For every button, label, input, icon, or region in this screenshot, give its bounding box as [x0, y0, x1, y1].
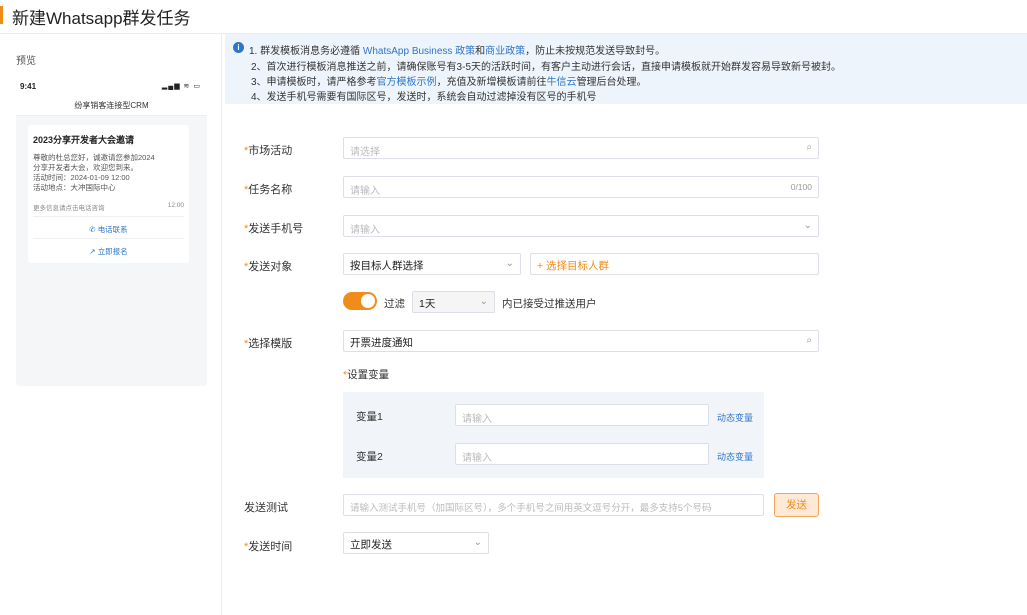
task-name-placeholder: 请输入 [350, 186, 380, 197]
toggle-knob [361, 294, 375, 308]
campaign-select[interactable]: 请选择 ⌕ [343, 137, 819, 159]
search-icon: ⌕ [806, 142, 812, 153]
phone-preview: 9:41 ▂▄▆ ≋ ▭ 纷享销客连接型CRM 2023分享开发者大会邀请 尊敬… [16, 74, 207, 386]
chevron-down-icon: ⌄ [473, 537, 482, 548]
task-name-input[interactable]: 请输入 0/100 [343, 176, 819, 198]
select-target-group-label: + 选择目标人群 [537, 260, 610, 272]
notice-text: ，防止未按规范发送导致封号。 [525, 46, 666, 57]
template-label-text: 选择模版 [248, 338, 293, 350]
card-footer-time: 12:00 [167, 202, 184, 209]
preview-panel: 预览 9:41 ▂▄▆ ≋ ▭ 纷享销客连接型CRM 2023分享开发者大会邀请… [0, 34, 222, 615]
business-policy-link[interactable]: 商业政策 [485, 46, 525, 57]
target-type-select[interactable]: 按目标人群选择 ⌄ [343, 253, 521, 275]
notice-banner: i 1. 群发模板消息务必遵循 WhatsApp Business 政策和商业政… [225, 34, 1027, 104]
dynamic-variable-2-button[interactable]: 动态变量 [717, 450, 753, 463]
card-divider [33, 238, 184, 239]
card-footer: 更多信息请点击电话咨询 12:00 [33, 202, 184, 212]
template-select[interactable]: 开票进度通知 ⌕ [343, 330, 819, 352]
notice-line-3: 3、申请模板时，请严格参考官方模板示例，充值及新增模板请前往牛信云管理后台处理。 [251, 73, 647, 88]
status-time: 9:41 [20, 82, 37, 91]
filter-label: 过滤 [384, 298, 405, 310]
notice-text: 和 [475, 46, 486, 57]
dynamic-variable-1-button[interactable]: 动态变量 [717, 411, 753, 424]
register-link-label: 立即报名 [97, 247, 128, 256]
card-body-line: 活动地点：大冲国际中心 [33, 183, 116, 192]
phone-label: *发送手机号 [244, 220, 303, 236]
niuxin-cloud-link[interactable]: 牛信云 [547, 77, 577, 88]
char-counter: 0/100 [790, 182, 812, 192]
phone-icon: ✆ [89, 225, 98, 234]
variable-2-label: 变量2 [356, 451, 383, 463]
test-phone-placeholder: 请输入测试手机号（加国际区号），多个手机号之间用英文逗号分开，最多支持5个号码 [350, 503, 712, 514]
variable-1-label: 变量1 [356, 411, 383, 423]
send-time-label: *发送时间 [244, 538, 292, 554]
notice-line-4: 4、发送手机号需要有国际区号，发送时，系统会自动过滤掉没有区号的手机号 [251, 92, 597, 103]
filter-days-select[interactable]: 1天 ⌄ [412, 291, 495, 313]
card-body-line: 活动时间：2024-01-09 12:00 [33, 173, 130, 182]
template-example-link[interactable]: 官方模板示例 [377, 77, 437, 88]
send-test-label: 发送测试 [244, 502, 288, 514]
variable-1-placeholder: 请输入 [462, 414, 492, 425]
phone-nav-title: 纷享销客连接型CRM [16, 96, 207, 116]
filter-days-value: 1天 [419, 298, 436, 310]
phone-status-bar: 9:41 ▂▄▆ ≋ ▭ [16, 74, 207, 96]
card-body-line: 分享开发者大会，欢迎您到来。 [33, 163, 138, 172]
card-footer-text: 更多信息请点击电话咨询 [33, 205, 105, 212]
phone-select[interactable]: 请输入 ⌄ [343, 215, 819, 237]
filter-suffix: 内已接受过推送用户 [502, 298, 597, 310]
card-body: 尊敬的杜总您好，诚邀请您参加2024 分享开发者大会，欢迎您到来。 活动时间：2… [33, 153, 183, 193]
call-link-label: 电话联系 [97, 225, 128, 234]
info-icon: i [233, 42, 244, 53]
page-title: 新建Whatsapp群发任务 [12, 9, 191, 28]
notice-text: 管理后台处理。 [576, 77, 647, 88]
preview-label: 预览 [16, 56, 36, 67]
target-type-value: 按目标人群选择 [350, 260, 424, 272]
variable-2-input[interactable]: 请输入 [455, 443, 709, 465]
task-name-label-text: 任务名称 [248, 184, 293, 196]
template-label: *选择模版 [244, 335, 292, 351]
notice-line-1: 1. 群发模板消息务必遵循 WhatsApp Business 政策和商业政策，… [249, 42, 665, 57]
campaign-placeholder: 请选择 [350, 147, 380, 158]
send-time-select[interactable]: 立即发送 ⌄ [343, 532, 489, 554]
chevron-down-icon: ⌄ [479, 296, 488, 307]
campaign-label: *市场活动 [244, 142, 292, 158]
notice-text: 1. 群发模板消息务必遵循 [249, 46, 363, 57]
whatsapp-policy-link[interactable]: WhatsApp Business 政策 [363, 46, 475, 57]
target-label: *发送对象 [244, 258, 292, 274]
register-link[interactable]: ↗ 立即报名 [28, 246, 189, 257]
task-name-label: *任务名称 [244, 181, 292, 197]
card-title: 2023分享开发者大会邀请 [33, 135, 135, 145]
title-accent-bar [0, 6, 3, 24]
page-header: 新建Whatsapp群发任务 [0, 0, 1027, 34]
variable-1-input[interactable]: 请输入 [455, 404, 709, 426]
message-card: 2023分享开发者大会邀请 尊敬的杜总您好，诚邀请您参加2024 分享开发者大会… [28, 125, 189, 263]
variable-2-placeholder: 请输入 [462, 453, 492, 464]
card-body-line: 尊敬的杜总您好，诚邀请您参加2024 [33, 153, 155, 162]
chevron-down-icon: ⌄ [803, 220, 812, 231]
call-link[interactable]: ✆ 电话联系 [28, 224, 189, 235]
select-target-group[interactable]: + 选择目标人群 [530, 253, 819, 275]
notice-text: ，充值及新增模板请前往 [436, 77, 547, 88]
phone-label-text: 发送手机号 [248, 223, 304, 235]
send-time-value: 立即发送 [350, 539, 392, 551]
template-value: 开票进度通知 [350, 337, 413, 349]
chevron-down-icon: ⌄ [505, 258, 514, 269]
send-time-label-text: 发送时间 [248, 541, 293, 553]
variables-panel: 变量1 请输入 动态变量 变量2 请输入 动态变量 [343, 392, 764, 478]
send-test-button[interactable]: 发送 [774, 493, 819, 517]
signal-battery-icon: ▂▄▆ ≋ ▭ [161, 83, 201, 90]
test-phone-input[interactable]: 请输入测试手机号（加国际区号），多个手机号之间用英文逗号分开，最多支持5个号码 [343, 494, 764, 516]
campaign-label-text: 市场活动 [248, 145, 293, 157]
notice-text: 3、申请模板时，请严格参考 [251, 77, 377, 88]
variables-label-text: 设置变量 [347, 369, 390, 381]
filter-toggle[interactable] [343, 292, 377, 310]
notice-line-2: 2、首次进行模板消息推送之前，请确保账号有3-5天的活跃时间，有客户主动进行会话… [251, 62, 842, 73]
search-icon: ⌕ [806, 335, 812, 346]
external-link-icon: ↗ [89, 247, 98, 256]
variables-label: *设置变量 [343, 367, 389, 382]
target-label-text: 发送对象 [248, 261, 293, 273]
phone-placeholder: 请输入 [350, 225, 380, 236]
card-divider [33, 216, 184, 217]
